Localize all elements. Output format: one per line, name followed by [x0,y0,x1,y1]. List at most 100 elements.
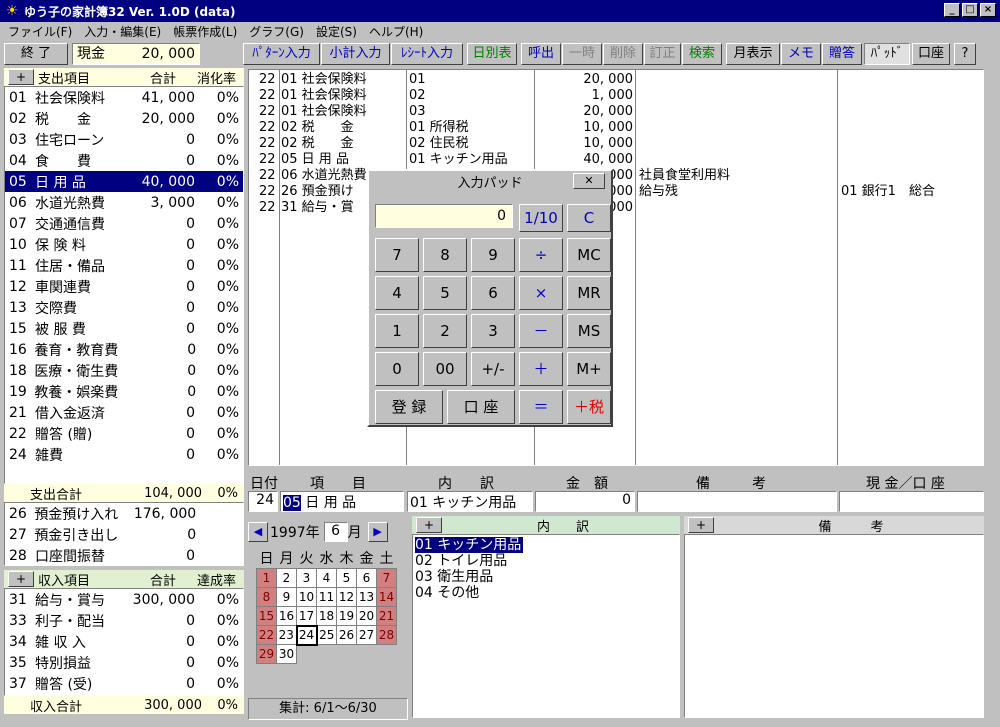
expense-item-row[interactable]: 11 住居・備品 0 0% [5,255,243,276]
next-month-button[interactable]: ▶ [367,522,388,542]
expense-item-row[interactable]: 12 車関連費 0 0% [5,276,243,297]
calculator-digit-0-key[interactable]: 0 [375,352,419,386]
help-button[interactable]: ? [954,43,976,65]
calculator-register-key[interactable]: 登 録 [375,390,443,424]
calculator-m-plus-key[interactable]: M+ [567,352,611,386]
calculator-multiply-key[interactable]: × [519,276,563,310]
close-window-button[interactable]: × [980,3,996,17]
calculator-ms-key[interactable]: MS [567,314,611,348]
calendar-day[interactable]: 12 [336,587,357,607]
expense-item-row[interactable]: 21 借入金返済 0 0% [5,402,243,423]
income-expand-button[interactable]: + [8,571,34,587]
gift-button[interactable]: 贈答 [822,43,862,65]
detail-list-item[interactable]: 04 その他 [415,585,677,601]
expense-item-row[interactable]: 16 養育・教育費 0 0% [5,339,243,360]
expense-item-row[interactable]: 22 贈答 (贈) 0 0% [5,423,243,444]
expense-item-row[interactable]: 01 社会保険料 41, 000 0% [5,87,243,108]
calendar-day[interactable]: 6 [356,568,377,588]
calculator-digit-7-key[interactable]: 7 [375,238,419,272]
calendar-day[interactable]: 5 [336,568,357,588]
detail-list-item[interactable]: 03 衛生用品 [415,569,677,585]
calendar-day[interactable]: 24 [295,624,318,646]
calculator-digit-9-key[interactable]: 9 [471,238,515,272]
expense-item-row[interactable]: 24 雑費 0 0% [5,444,243,465]
calendar-day[interactable]: 28 [376,625,397,645]
menu-settings[interactable]: 設定(S) [312,23,365,40]
entry-date-field[interactable]: 24 [248,491,278,512]
calendar-day[interactable]: 9 [276,587,297,607]
menu-graph[interactable]: グラフ(G) [245,23,312,40]
prev-month-button[interactable]: ◀ [248,522,268,542]
expense-item-row[interactable]: 10 保 険 料 0 0% [5,234,243,255]
calendar-day[interactable]: 4 [316,568,337,588]
account-balance-field[interactable]: 現金 20, 000 [72,43,200,65]
calendar-day[interactable]: 26 [336,625,357,645]
calendar-day[interactable]: 14 [376,587,397,607]
expense-item-row[interactable]: 13 交際費 0 0% [5,297,243,318]
calculator-digit-6-key[interactable]: 6 [471,276,515,310]
expense-item-row[interactable]: 18 医療・衛生費 0 0% [5,360,243,381]
calendar-day[interactable]: 19 [336,606,357,626]
calculator-add-tax-key[interactable]: ＋税 [567,390,611,424]
calculator-tenth-key[interactable]: 1/10 [519,204,563,232]
calendar-day[interactable]: 10 [296,587,317,607]
expense-item-row[interactable]: 02 税 金 20, 000 0% [5,108,243,129]
calendar-day[interactable]: 27 [356,625,377,645]
expense-item-row[interactable]: 06 水道光熱費 3, 000 0% [5,192,243,213]
maximize-button[interactable]: □ [962,3,978,17]
calculator-mc-key[interactable]: MC [567,238,611,272]
detail-list-item[interactable]: 01 キッチン用品 [415,537,524,553]
calculator-minus-key[interactable]: － [519,314,563,348]
exit-button[interactable]: 終 了 [4,43,68,65]
calculator-divide-key[interactable]: ÷ [519,238,563,272]
transfer-item-row[interactable]: 27 預金引き出し 0 [5,524,243,545]
calculator-digit-00-key[interactable]: 00 [423,352,467,386]
daily-table-button[interactable]: 日別表 [467,43,517,65]
calendar-day[interactable]: 25 [316,625,337,645]
delete-button[interactable]: 削除 [603,43,643,65]
temporary-button[interactable]: 一時 [562,43,602,65]
calendar-day[interactable]: 21 [376,606,397,626]
expense-expand-button[interactable]: + [8,69,34,85]
calculator-plus-key[interactable]: ＋ [519,352,563,386]
memo-button[interactable]: メモ [781,43,821,65]
expense-item-row[interactable]: 03 住宅ローン 0 0% [5,129,243,150]
pattern-input-button[interactable]: ﾊﾟﾀｰﾝ入力 [243,43,320,65]
calendar-day[interactable]: 23 [276,625,297,645]
calculator-digit-2-key[interactable]: 2 [423,314,467,348]
transfer-item-row[interactable]: 26 預金預け入れ 176, 000 [5,503,243,524]
calculator-account-key[interactable]: 口 座 [447,390,515,424]
transfer-item-row[interactable]: 28 口座間振替 0 [5,545,243,566]
calendar-day[interactable]: 20 [356,606,377,626]
menu-report[interactable]: 帳票作成(L) [169,23,245,40]
calculator-mr-key[interactable]: MR [567,276,611,310]
calendar-day[interactable]: 15 [256,606,277,626]
income-item-row[interactable]: 37 贈答 (受) 0 0% [5,673,243,694]
expense-item-row[interactable]: 07 交通通信費 0 0% [5,213,243,234]
calendar-day[interactable]: 29 [256,644,277,664]
calendar-day[interactable]: 18 [316,606,337,626]
entry-amount-field[interactable]: 0 [535,491,635,512]
expense-item-row[interactable]: 19 教養・娯楽費 0 0% [5,381,243,402]
entry-detail-field[interactable]: 01 キッチン用品 [407,491,533,512]
calendar-day[interactable]: 16 [276,606,297,626]
calculator-digit-1-key[interactable]: 1 [375,314,419,348]
account-button[interactable]: 口座 [912,43,950,65]
menu-file[interactable]: ファイル(F) [4,23,80,40]
calendar-day[interactable]: 3 [296,568,317,588]
correct-button[interactable]: 訂正 [644,43,681,65]
entry-item-field[interactable]: 05 日 用 品 [280,491,404,512]
detail-list-item[interactable]: 02 トイレ用品 [415,553,677,569]
calendar-day[interactable]: 8 [256,587,277,607]
recall-button[interactable]: 呼出 [521,43,561,65]
entry-note-field[interactable] [637,491,837,512]
pad-button[interactable]: ﾊﾟｯﾄﾞ [864,43,910,65]
income-item-row[interactable]: 34 雑 収 入 0 0% [5,631,243,652]
note-expand-button[interactable]: + [688,517,714,533]
expense-item-row[interactable]: 05 日 用 品 40, 000 0% [5,171,243,192]
calendar-day[interactable]: 2 [276,568,297,588]
calendar-month-field[interactable]: 6 [323,522,348,542]
minimize-button[interactable]: _ [944,3,960,17]
income-item-row[interactable]: 35 特別損益 0 0% [5,652,243,673]
menu-help[interactable]: ヘルプ(H) [365,23,431,40]
